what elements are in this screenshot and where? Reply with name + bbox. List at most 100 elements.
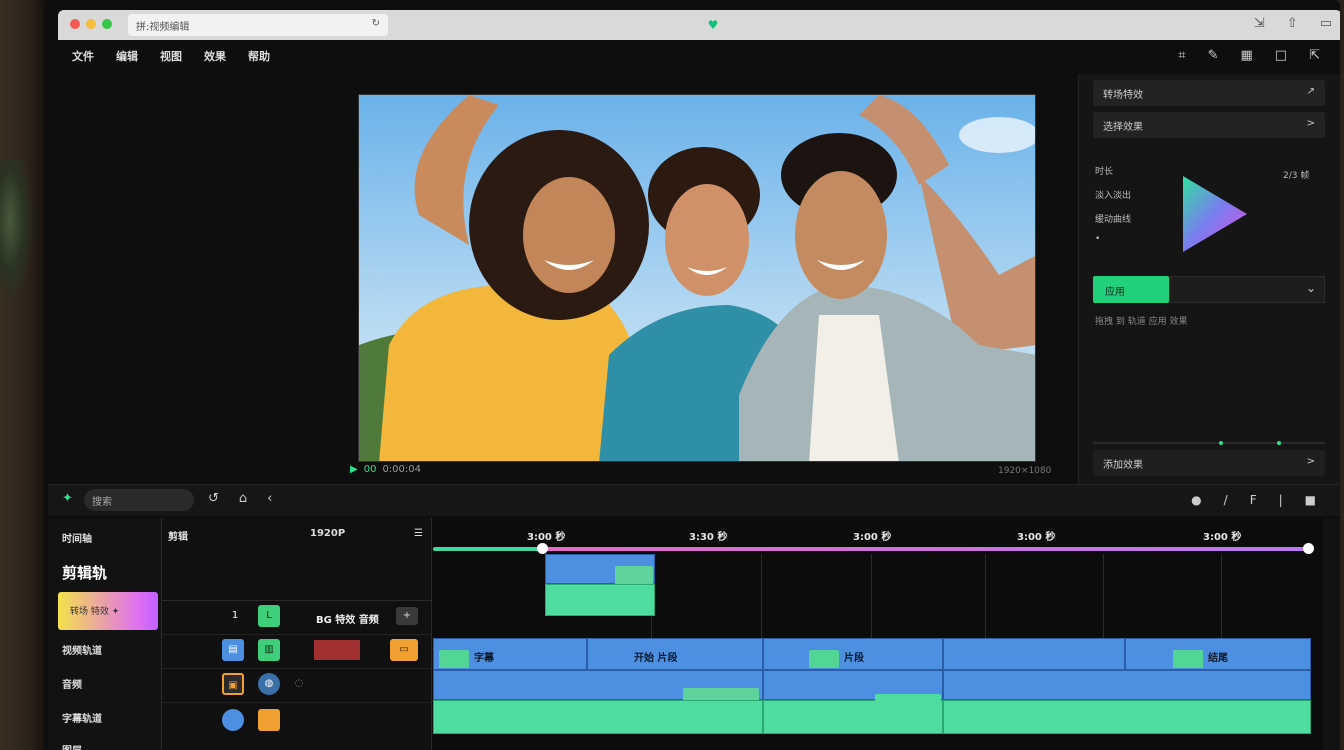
undo-icon[interactable]: ↺ [208,491,219,506]
folder-icon[interactable]: ▭ [390,639,418,661]
broll-clip-3[interactable] [943,670,1311,700]
time-ruler: 3:00 秒 3:30 秒 3:00 秒 3:00 秒 3:00 秒 [433,518,1323,544]
panel-divider [1093,441,1325,445]
overlay-audio-clip[interactable] [545,584,655,616]
layers-icon[interactable]: ▦ [1241,48,1253,63]
layer-icon[interactable] [222,709,244,731]
video-preview[interactable] [358,94,1036,462]
preview-frame-image [359,95,1035,461]
chevron-right-icon[interactable]: > [1307,118,1315,132]
effect-dropdown[interactable]: ⌄ [1169,276,1325,303]
track-video[interactable]: 视频轨道 [62,642,102,657]
browser-chrome: 拼:视频编辑 ↻ ♥ ⇲ ⇧ ▭ [58,10,1340,40]
select-effect-label: 选择效果 [1103,122,1143,133]
track-subtitle[interactable]: 字幕轨道 [62,710,102,725]
scrub-bar[interactable] [433,547,1308,551]
minimize-window-dot[interactable] [86,19,96,29]
menu-item-effects[interactable]: 效果 [204,48,226,64]
track-audio[interactable]: 音频 [62,676,82,691]
extension-icon[interactable]: ♥ [706,18,720,32]
prop-bullet: • [1095,234,1101,244]
frame-indicator: 00 [363,464,377,475]
apply-button[interactable]: 应用 [1093,276,1169,303]
slash-icon[interactable]: / [1224,493,1228,507]
menu-item-file[interactable]: 文件 [72,48,94,64]
timeline-search[interactable]: 搜索 [84,489,194,511]
subtitle-icon[interactable]: ▣ [222,673,244,695]
chevron-right-icon[interactable]: > [1307,456,1315,470]
audio-clip-3[interactable] [943,700,1311,734]
video-clip-2[interactable]: 开始 片段 [587,638,763,670]
fx-icon[interactable]: F [1250,493,1257,507]
timeline[interactable]: 3:00 秒 3:30 秒 3:00 秒 3:00 秒 3:00 秒 字幕 开始… [433,518,1323,750]
tick-label: 3:00 秒 [1017,532,1056,543]
lock-icon[interactable]: L [258,605,280,627]
tick-label: 3:30 秒 [689,532,728,543]
track-row-audio: ▤ ▥ ▭ [162,634,432,666]
reload-icon[interactable]: ↻ [372,18,380,32]
app-logo-icon: ✦ [62,491,73,506]
timecode: 0:00:04 [382,464,421,475]
add-effect-row[interactable]: 添加效果 > [1093,450,1325,476]
grid-line [985,554,986,638]
menu-icon[interactable]: ☰ [414,528,423,539]
prop-duration: 时长 [1095,167,1114,177]
menu-item-help[interactable]: 帮助 [248,48,270,64]
share-icon[interactable]: ⇧ [1287,16,1298,31]
window-icon[interactable]: ▭ [1320,16,1332,31]
fullscreen-icon[interactable]: ■ [1305,493,1316,507]
transition-header[interactable]: 转场特效 ↗ [1093,80,1325,106]
grid-line [871,554,872,638]
menu-item-edit[interactable]: 编辑 [116,48,138,64]
pen-icon[interactable]: ✎ [1208,48,1219,63]
track-layer[interactable]: 图层 [62,742,82,750]
marker-icon[interactable]: ● [1191,493,1201,507]
frame-meta: 2/3 帧 [1283,171,1310,181]
preview-status: ▶ 00 0:00:04 [350,464,421,475]
maximize-window-dot[interactable] [102,19,112,29]
timeline-scrollbar[interactable] [1323,518,1340,750]
track-controls: 剪辑 1920P ☰ 1 L BG 特效 音频 + ▤ ▥ ▭ ▣ ◍ ◌ [162,518,432,750]
globe-icon[interactable]: ◍ [258,673,280,695]
crop-icon[interactable]: ⌗ [1178,48,1185,63]
audio-icon[interactable]: ▤ [222,639,244,661]
select-effect-row[interactable]: 选择效果 > [1093,112,1325,138]
track-row-subtitle: ▣ ◍ ◌ [162,668,432,700]
transition-preview-icon[interactable] [1179,174,1249,254]
chevron-down-icon: ⌄ [1305,281,1316,295]
export-icon[interactable]: ⇱ [1309,48,1320,63]
close-window-dot[interactable] [70,19,80,29]
url-text: 拼:视频编辑 [136,22,190,33]
tick-label: 3:00 秒 [1203,532,1242,543]
home-icon[interactable]: ⌂ [239,491,247,506]
audio-clip-1[interactable] [433,700,763,734]
grid-line [1221,554,1222,638]
video-clip-4[interactable] [943,638,1125,670]
split-icon[interactable]: ‹ [267,491,272,506]
menu-item-view[interactable]: 视图 [160,48,182,64]
track-effect-label: BG 特效 音频 [316,615,379,626]
pin-icon[interactable]: ⇲ [1254,16,1265,31]
panel-hint: 拖拽 到 轨道 应用 效果 [1095,317,1188,327]
visibility-icon[interactable]: ◌ [288,673,310,695]
expand-icon[interactable]: ↗ [1307,86,1315,100]
frame-icon[interactable]: □ [1275,48,1287,63]
playhead-handle[interactable] [537,543,548,554]
document-icon[interactable]: ▥ [258,639,280,661]
transition-effect-chip[interactable]: 转场 特效 ✦ [58,592,158,630]
video-clip-3[interactable]: 片段 [763,638,943,670]
color-icon[interactable] [258,709,280,731]
add-icon[interactable]: + [396,607,418,625]
resolution-column-header: 1920P [310,528,346,539]
clip-thumbnail [875,694,941,702]
audio-clip-2[interactable] [763,700,943,734]
laptop-screen: 拼:视频编辑 ↻ ♥ ⇲ ⇧ ▭ 文件 编辑 视图 效果 帮助 ⌗ ✎ ▦ □ … [44,0,1340,750]
clip-label: 片段 [844,653,864,664]
play-indicator[interactable]: ▶ [350,464,358,475]
address-bar[interactable]: 拼:视频编辑 ↻ [128,14,388,36]
top-toolbar: ⌗ ✎ ▦ □ ⇱ [1178,48,1320,63]
video-clip-5[interactable]: 结尾 [1125,638,1311,670]
end-handle[interactable] [1303,543,1314,554]
audio-level-swatch [314,640,360,660]
track-row-layer [162,702,432,734]
